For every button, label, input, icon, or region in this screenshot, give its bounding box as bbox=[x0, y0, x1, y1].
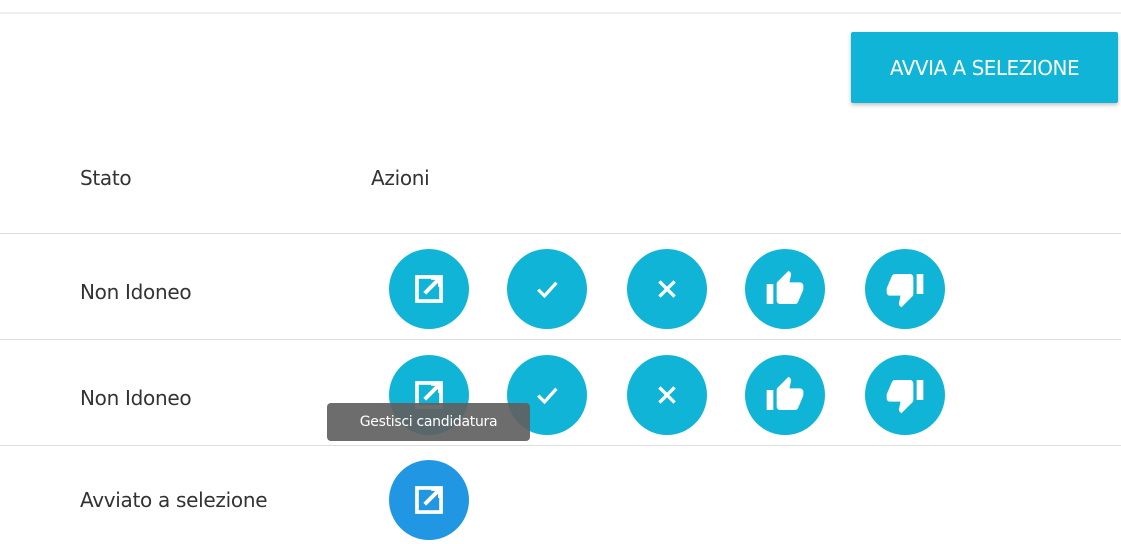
status-cell: Avviato a selezione bbox=[80, 488, 268, 512]
column-header-stato: Stato bbox=[80, 166, 132, 190]
thumb-down-icon bbox=[886, 274, 924, 308]
mark-unsuitable-button[interactable] bbox=[865, 355, 945, 435]
tooltip: Gestisci candidatura bbox=[327, 403, 530, 441]
top-divider bbox=[0, 12, 1121, 14]
approve-button[interactable] bbox=[507, 249, 587, 329]
check-icon bbox=[537, 387, 558, 405]
manage-application-button[interactable] bbox=[389, 249, 469, 329]
close-icon bbox=[658, 386, 676, 404]
close-icon bbox=[658, 280, 676, 298]
row-divider bbox=[0, 445, 1121, 446]
column-header-azioni: Azioni bbox=[371, 166, 430, 190]
open-in-new-icon bbox=[415, 275, 443, 303]
start-selection-button[interactable]: AVVIA A SELEZIONE bbox=[851, 32, 1118, 103]
status-cell: Non Idoneo bbox=[80, 280, 192, 304]
open-in-new-icon bbox=[415, 486, 443, 514]
manage-application-button[interactable] bbox=[389, 460, 469, 540]
row-divider bbox=[0, 339, 1121, 340]
mark-unsuitable-button[interactable] bbox=[865, 249, 945, 329]
thumb-down-icon bbox=[886, 380, 924, 414]
row-divider bbox=[0, 233, 1121, 234]
thumb-up-icon bbox=[766, 376, 804, 410]
reject-button[interactable] bbox=[627, 249, 707, 329]
thumb-up-icon bbox=[766, 270, 804, 304]
status-cell: Non Idoneo bbox=[80, 386, 192, 410]
reject-button[interactable] bbox=[627, 355, 707, 435]
check-icon bbox=[537, 281, 558, 299]
mark-suitable-button[interactable] bbox=[745, 249, 825, 329]
mark-suitable-button[interactable] bbox=[745, 355, 825, 435]
page: AVVIA A SELEZIONE Stato Azioni Non Idone… bbox=[0, 0, 1121, 544]
